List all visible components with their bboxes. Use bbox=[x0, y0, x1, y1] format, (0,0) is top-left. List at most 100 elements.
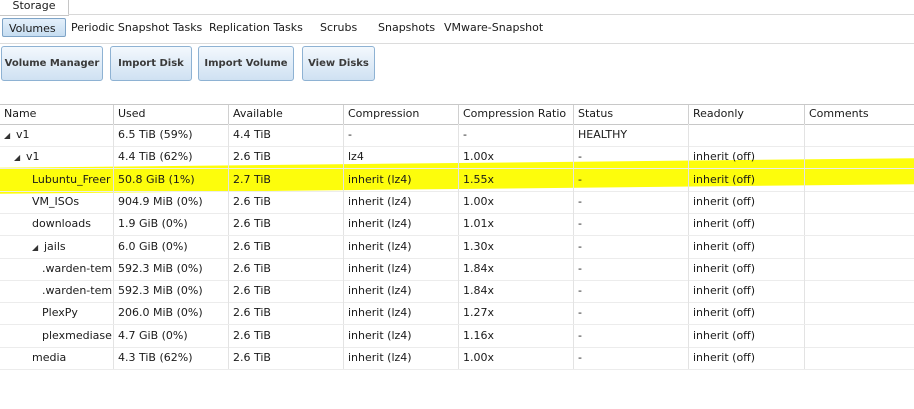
available-cell: 2.6 TiB bbox=[229, 324, 344, 347]
dataset-name: media bbox=[32, 351, 67, 364]
column-header-comments[interactable]: Comments bbox=[805, 105, 914, 124]
name-cell: PlexPy bbox=[0, 302, 114, 325]
status-cell: - bbox=[574, 347, 689, 369]
comments-cell bbox=[805, 347, 914, 369]
status-cell: - bbox=[574, 257, 689, 280]
table-row[interactable]: ◢ jails 6.0 GiB (0%) 2.6 TiB inherit (lz4) 1.… bbox=[0, 235, 914, 259]
readonly-cell bbox=[689, 124, 805, 146]
table-row[interactable]: .warden-tem 592.3 MiB (0%) 2.6 TiB inherit … bbox=[0, 257, 914, 281]
column-header-compression[interactable]: Compression bbox=[344, 105, 459, 124]
top-divider bbox=[68, 14, 914, 15]
name-cell: downloads bbox=[0, 213, 114, 236]
used-cell: 6.5 TiB (59%) bbox=[114, 124, 229, 146]
used-cell: 592.3 MiB (0%) bbox=[114, 280, 229, 303]
status-cell: - bbox=[574, 235, 689, 258]
dataset-name: .warden-tem bbox=[42, 284, 113, 298]
name-cell: ◢ jails bbox=[0, 235, 114, 258]
subtab-bar: Volumes Periodic Snapshot Tasks Replicat… bbox=[0, 17, 914, 39]
dataset-name: downloads bbox=[32, 217, 91, 231]
used-cell: 50.8 GiB (1%) bbox=[114, 168, 229, 191]
table-row[interactable]: .warden-tem 592.3 MiB (0%) 2.6 TiB inherit … bbox=[0, 280, 914, 304]
compression-cell: inherit (lz4) bbox=[344, 257, 459, 280]
compression-ratio-cell: 1.84x bbox=[459, 280, 574, 303]
table-header: Name Used Available Compression Compress… bbox=[0, 104, 914, 125]
column-header-compression-ratio[interactable]: Compression Ratio bbox=[459, 105, 574, 124]
subtab-periodic-snapshot-tasks[interactable]: Periodic Snapshot Tasks bbox=[71, 18, 202, 37]
subtab-replication-tasks[interactable]: Replication Tasks bbox=[209, 18, 303, 37]
dataset-name: v1 bbox=[26, 150, 40, 164]
table-row[interactable]: ◢ v1 4.4 TiB (62%) 2.6 TiB lz4 1.00x - inherit … bbox=[0, 146, 914, 170]
comments-cell bbox=[805, 169, 914, 191]
column-header-used[interactable]: Used bbox=[114, 105, 229, 124]
status-cell: - bbox=[574, 324, 689, 347]
expand-toggle-icon[interactable]: ◢ bbox=[32, 237, 40, 258]
readonly-cell: inherit (off) bbox=[689, 324, 805, 347]
dataset-name: PlexPy bbox=[42, 306, 78, 320]
column-header-readonly[interactable]: Readonly bbox=[689, 105, 805, 124]
available-cell: 2.6 TiB bbox=[229, 213, 344, 236]
view-disks-button[interactable]: View Disks bbox=[302, 46, 375, 81]
expand-toggle-icon[interactable]: ◢ bbox=[14, 147, 22, 168]
dataset-name: VM_ISOs bbox=[32, 194, 80, 208]
tab-storage[interactable]: Storage bbox=[0, 0, 69, 16]
comments-cell bbox=[805, 213, 914, 235]
comments-cell bbox=[805, 325, 914, 347]
name-cell: plexmediase bbox=[0, 324, 114, 347]
column-header-name[interactable]: Name bbox=[0, 105, 114, 124]
column-header-available[interactable]: Available bbox=[229, 105, 344, 124]
compression-cell: - bbox=[344, 124, 459, 146]
table-row[interactable]: VM_ISOs 904.9 MiB (0%) 2.6 TiB inherit (lz4… bbox=[0, 190, 914, 214]
compression-ratio-cell: 1.55x bbox=[459, 168, 574, 191]
comments-cell bbox=[805, 280, 914, 302]
available-cell: 2.6 TiB bbox=[229, 257, 344, 280]
compression-ratio-cell: 1.00x bbox=[459, 190, 574, 213]
name-cell: .warden-tem bbox=[0, 280, 114, 303]
dataset-name: jails bbox=[44, 239, 66, 253]
compression-ratio-cell: 1.01x bbox=[459, 213, 574, 236]
compression-cell: inherit (lz4) bbox=[344, 347, 459, 369]
status-cell: - bbox=[574, 302, 689, 325]
table-row[interactable]: PlexPy 206.0 MiB (0%) 2.6 TiB inherit (lz4)… bbox=[0, 302, 914, 326]
table-row[interactable]: plexmediase 4.7 GiB (0%) 2.6 TiB inherit (l… bbox=[0, 324, 914, 348]
compression-ratio-cell: - bbox=[459, 124, 574, 146]
used-cell: 904.9 MiB (0%) bbox=[114, 190, 229, 213]
table-row[interactable]: downloads 1.9 GiB (0%) 2.6 TiB inherit (lz4… bbox=[0, 213, 914, 237]
name-cell: .warden-tem bbox=[0, 257, 114, 280]
available-cell: 2.6 TiB bbox=[229, 347, 344, 369]
compression-cell: inherit (lz4) bbox=[344, 168, 459, 191]
subtab-snapshots[interactable]: Snapshots bbox=[378, 18, 435, 37]
compression-ratio-cell: 1.30x bbox=[459, 235, 574, 258]
available-cell: 2.6 TiB bbox=[229, 190, 344, 213]
available-cell: 2.6 TiB bbox=[229, 302, 344, 325]
readonly-cell: inherit (off) bbox=[689, 213, 805, 236]
available-cell: 2.6 TiB bbox=[229, 235, 344, 258]
used-cell: 4.3 TiB (62%) bbox=[114, 347, 229, 369]
compression-cell: inherit (lz4) bbox=[344, 280, 459, 303]
status-cell: HEALTHY bbox=[574, 124, 689, 146]
import-disk-button[interactable]: Import Disk bbox=[110, 46, 192, 81]
status-cell: - bbox=[574, 280, 689, 303]
compression-cell: inherit (lz4) bbox=[344, 235, 459, 258]
compression-cell: inherit (lz4) bbox=[344, 213, 459, 236]
column-header-status[interactable]: Status bbox=[574, 105, 689, 124]
table-row[interactable]: media 4.3 TiB (62%) 2.6 TiB inherit (lz4) 1.… bbox=[0, 347, 914, 370]
comments-cell bbox=[805, 191, 914, 213]
expand-toggle-icon[interactable]: ◢ bbox=[4, 125, 12, 146]
used-cell: 4.7 GiB (0%) bbox=[114, 324, 229, 347]
used-cell: 4.4 TiB (62%) bbox=[114, 146, 229, 169]
subtab-scrubs[interactable]: Scrubs bbox=[320, 18, 357, 37]
table-row[interactable]: Lubuntu_Freer 50.8 GiB (1%) 2.7 TiB inherit… bbox=[0, 168, 914, 192]
status-cell: - bbox=[574, 146, 689, 169]
dataset-name: .warden-tem bbox=[42, 261, 113, 275]
volume-manager-button[interactable]: Volume Manager bbox=[1, 46, 103, 81]
table-row[interactable]: ◢ v1 6.5 TiB (59%) 4.4 TiB - - HEALTHY bbox=[0, 124, 914, 147]
subtab-vmware-snapshot[interactable]: VMware-Snapshot bbox=[444, 18, 543, 37]
readonly-cell: inherit (off) bbox=[689, 347, 805, 369]
status-cell: - bbox=[574, 168, 689, 191]
status-cell: - bbox=[574, 213, 689, 236]
import-volume-button[interactable]: Import Volume bbox=[198, 46, 294, 81]
subtab-volumes[interactable]: Volumes bbox=[2, 18, 66, 37]
compression-cell: inherit (lz4) bbox=[344, 302, 459, 325]
readonly-cell: inherit (off) bbox=[689, 146, 805, 169]
dataset-name: plexmediase bbox=[42, 328, 112, 342]
